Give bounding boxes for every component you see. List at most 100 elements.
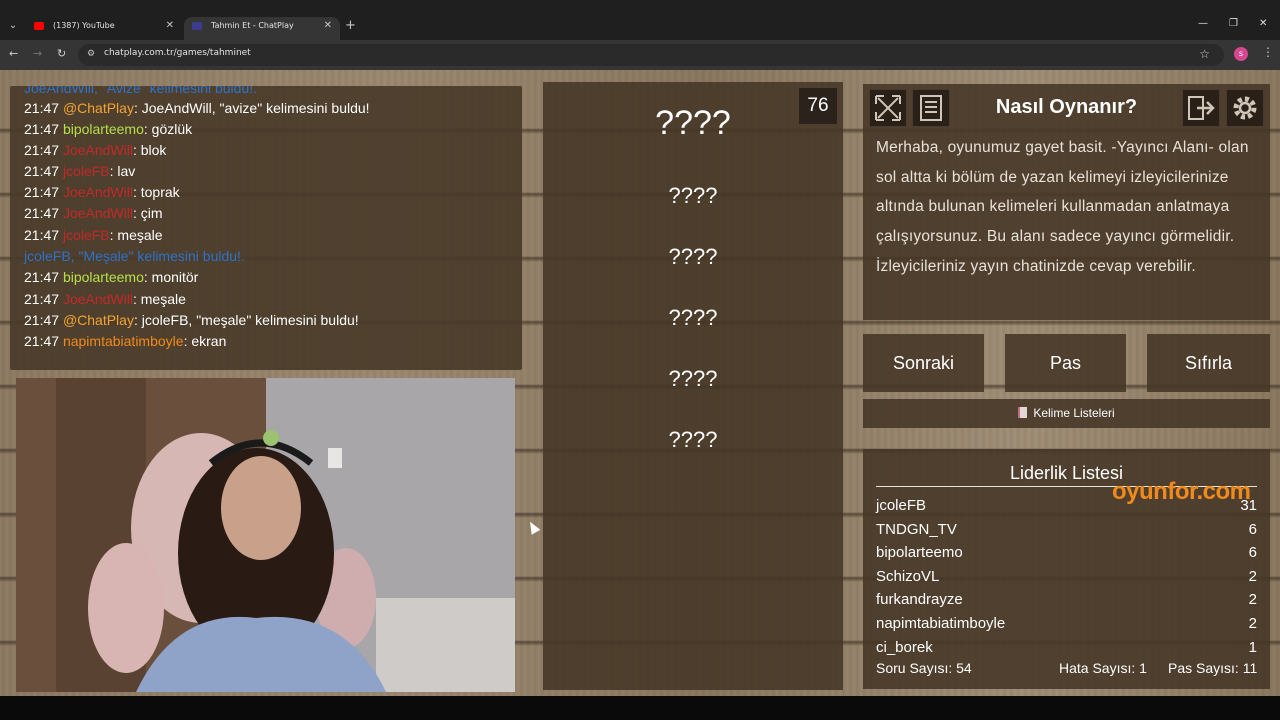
chat-username[interactable]: napimtabiatimboyle — [63, 333, 184, 349]
chat-message: 21:47 napimtabiatimboyle: ekran — [24, 333, 226, 349]
streamer-webcam — [16, 378, 515, 692]
profile-avatar[interactable]: s — [1234, 47, 1248, 61]
chat-message-text: monitör — [151, 269, 199, 285]
tab-title: Tahmin Et - ChatPlay — [211, 21, 294, 30]
chat-timestamp: 21:47 — [24, 227, 63, 243]
maximize-button[interactable]: ❐ — [1229, 18, 1238, 29]
chat-message: 21:47 JoeAndWill: çim — [24, 205, 163, 221]
site-info-icon[interactable]: ⚙ — [87, 49, 95, 59]
bottom-bar — [0, 696, 1280, 720]
chat-message-text: lav — [117, 163, 136, 179]
chat-message: jcoleFB, "Meşale" kelimesini buldu!. — [24, 248, 245, 264]
chat-timestamp: 21:47 — [24, 121, 63, 137]
chat-timestamp: 21:47 — [24, 205, 63, 221]
chat-message-text: toprak — [140, 184, 180, 200]
chat-separator: : — [143, 121, 152, 137]
player-score: 6 — [1248, 520, 1257, 538]
chat-message: 21:47 jcoleFB: meşale — [24, 227, 163, 243]
chat-message: JoeAndWill, "Avize" kelimesini buldu!. — [24, 86, 257, 96]
chat-username[interactable]: JoeAndWill — [63, 184, 133, 200]
tab-youtube[interactable]: (1387) YouTube ✕ — [26, 17, 182, 40]
forbidden-word: ???? — [668, 305, 718, 330]
chat-message: 21:47 jcoleFB: lav — [24, 163, 135, 179]
leaderboard-row: napimtabiatimboyle 2 — [876, 615, 1257, 637]
tab-title: (1387) YouTube — [53, 21, 115, 30]
pass-count: Pas Sayısı: 11 — [1168, 660, 1258, 676]
forbidden-word: ???? — [668, 366, 718, 391]
question-count: Soru Sayısı: 54 — [876, 660, 972, 676]
player-score: 2 — [1248, 567, 1257, 585]
chat-timestamp: 21:47 — [24, 163, 63, 179]
player-score: 2 — [1248, 615, 1257, 632]
leaderboard-row: furkandrayze 2 — [876, 591, 1257, 613]
browser-menu-icon[interactable]: ⋮ — [1262, 45, 1274, 59]
error-count: Hata Sayısı: 1 — [1059, 660, 1147, 676]
chat-username[interactable]: @ChatPlay — [63, 312, 134, 328]
leaderboard-row: TNDGN_TV 6 — [876, 521, 1257, 543]
chat-separator: : — [133, 100, 142, 116]
reset-button[interactable]: Sıfırla — [1147, 334, 1270, 392]
youtube-icon — [34, 22, 44, 30]
chat-username[interactable]: JoeAndWill — [63, 291, 133, 307]
chat-username[interactable]: jcoleFB — [63, 163, 110, 179]
player-name: napimtabiatimboyle — [876, 615, 1006, 632]
chat-timestamp: 21:47 — [24, 312, 63, 328]
chat-username[interactable]: JoeAndWill, — [24, 86, 98, 96]
chat-separator: : — [143, 269, 152, 285]
chat-timestamp: 21:47 — [24, 142, 63, 158]
pass-button[interactable]: Pas — [1005, 334, 1126, 392]
player-score: 6 — [1248, 544, 1257, 562]
word-lists-button[interactable]: Kelime Listeleri — [863, 399, 1270, 428]
how-to-play-title: Nasıl Oynanır? — [995, 96, 1138, 118]
chat-message: 21:47 @ChatPlay: JoeAndWill, "avize" kel… — [24, 100, 370, 116]
close-icon[interactable]: ✕ — [324, 17, 332, 35]
player-score: 1 — [1248, 638, 1257, 656]
chat-username[interactable]: jcoleFB — [63, 227, 110, 243]
chat-username[interactable]: jcoleFB, — [24, 248, 75, 264]
player-name: furkandrayze — [876, 591, 963, 609]
tab-chatplay[interactable]: Tahmin Et - ChatPlay ✕ — [184, 17, 340, 40]
minimize-button[interactable]: — — [1198, 18, 1208, 29]
chat-separator: : — [133, 312, 142, 328]
chat-username[interactable]: JoeAndWill — [63, 205, 133, 221]
chat-username[interactable]: @ChatPlay — [63, 100, 134, 116]
chatplay-icon — [192, 22, 202, 30]
tab-search-chevron-icon[interactable]: ⌄ — [4, 17, 22, 35]
forward-icon[interactable]: → — [33, 47, 42, 60]
window-close-button[interactable]: ✕ — [1259, 18, 1267, 29]
chat-message: 21:47 JoeAndWill: blok — [24, 142, 166, 158]
chat-timestamp: 21:47 — [24, 269, 63, 285]
chat-message: 21:47 @ChatPlay: jcoleFB, "meşale" kelim… — [24, 312, 359, 328]
player-name: SchizoVL — [876, 567, 940, 585]
chat-separator: : — [132, 205, 141, 221]
chat-message-text: gözlük — [151, 121, 193, 137]
url-text[interactable]: chatplay.com.tr/games/tahminet — [104, 48, 251, 58]
back-icon[interactable]: ← — [9, 47, 18, 60]
chat-username[interactable]: JoeAndWill — [63, 142, 133, 158]
reload-icon[interactable]: ↻ — [57, 47, 66, 60]
chat-message-text: jcoleFB, "meşale" kelimesini buldu! — [141, 312, 359, 328]
chat-message-text: JoeAndWill, "avize" kelimesini buldu! — [141, 100, 370, 116]
player-name: jcoleFB — [876, 497, 927, 514]
address-bar[interactable]: ⚙ chatplay.com.tr/games/tahminet ☆ — [78, 44, 1224, 66]
close-icon[interactable]: ✕ — [166, 17, 174, 35]
next-button[interactable]: Sonraki — [863, 334, 984, 392]
leaderboard-row: ci_borek 1 — [876, 639, 1257, 661]
chat-message: 21:47 JoeAndWill: meşale — [24, 291, 186, 307]
chat-username[interactable]: bipolarteemo — [63, 269, 144, 285]
chat-timestamp: 21:47 — [24, 333, 63, 349]
new-tab-button[interactable]: + — [345, 17, 356, 35]
chat-message: 21:47 bipolarteemo: gözlük — [24, 121, 192, 137]
forbidden-word: ???? — [668, 244, 718, 269]
chat-username[interactable]: bipolarteemo — [63, 121, 144, 137]
player-score: 2 — [1248, 591, 1257, 609]
player-name: bipolarteemo — [876, 544, 963, 562]
chat-separator: : — [132, 291, 141, 307]
chat-timestamp: 21:47 — [24, 291, 63, 307]
forbidden-word: ???? — [668, 183, 718, 208]
chat-message: 21:47 bipolarteemo: monitör — [24, 269, 198, 285]
bookmark-star-icon[interactable]: ☆ — [1199, 47, 1210, 61]
chat-message: 21:47 JoeAndWill: toprak — [24, 184, 180, 200]
chat-message-text: "Meşale" kelimesini buldu!. — [78, 248, 245, 264]
chat-message-text: blok — [140, 142, 167, 158]
